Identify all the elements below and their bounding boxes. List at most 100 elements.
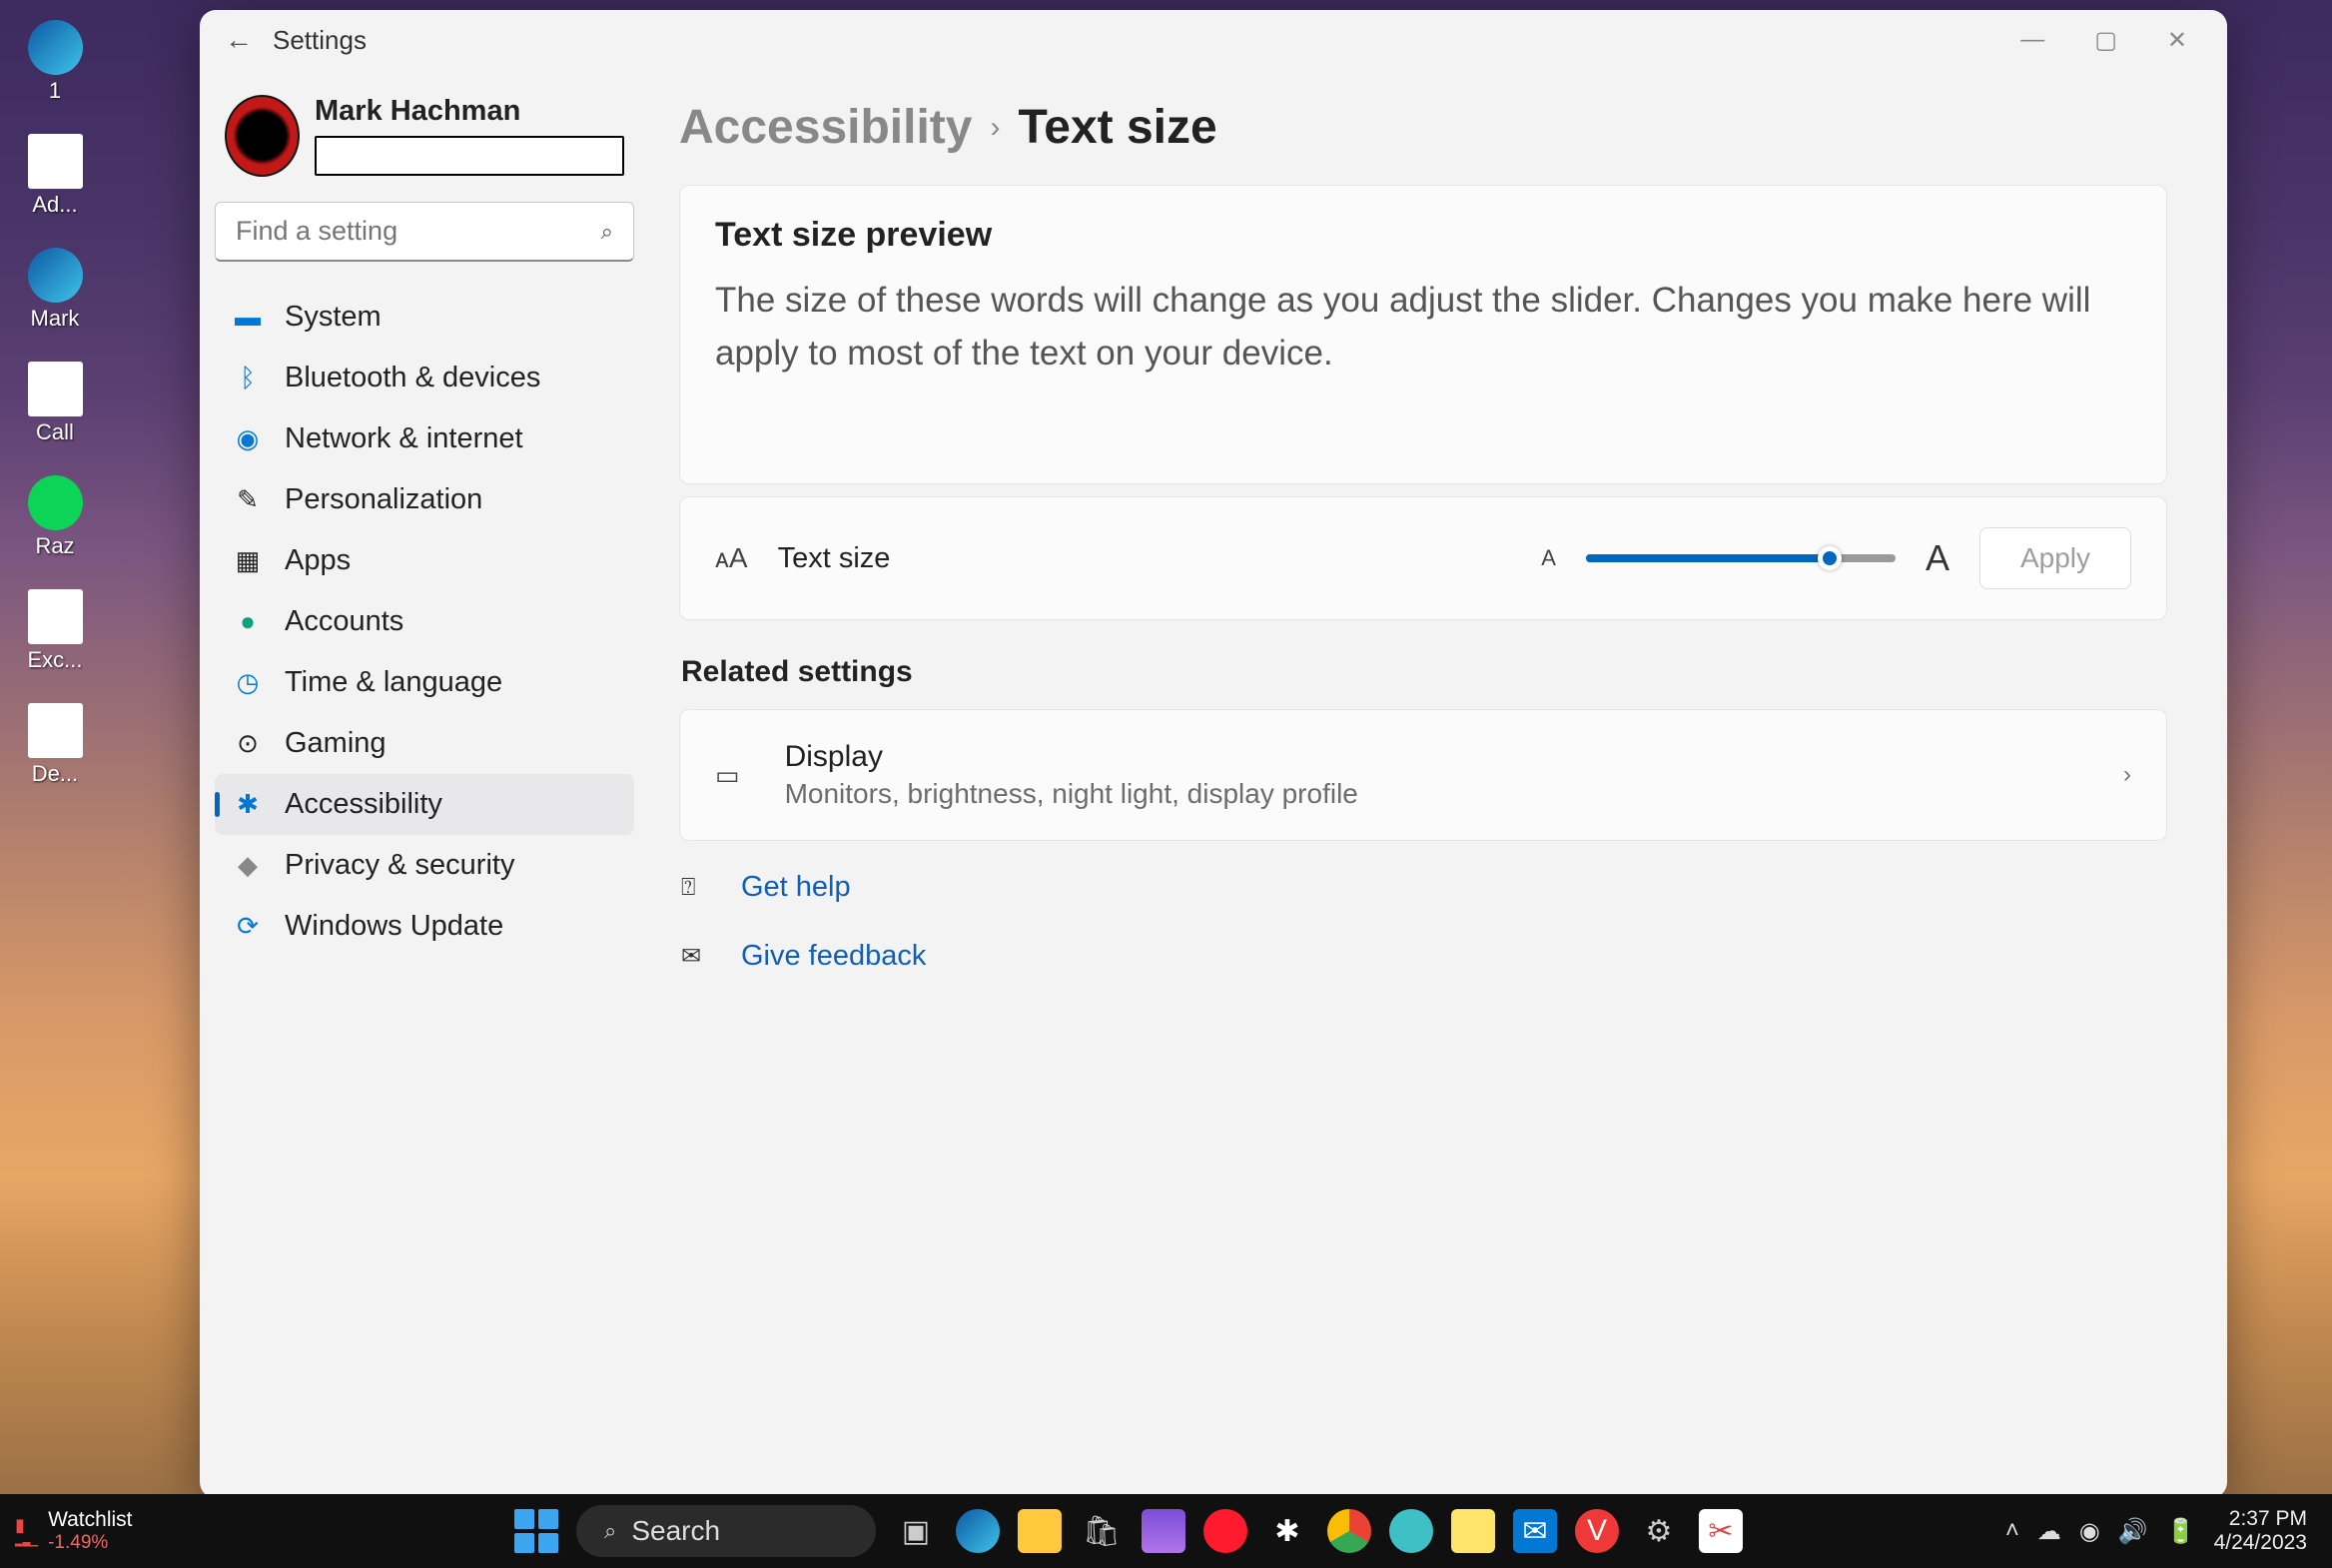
sidebar-item-privacy[interactable]: ◆ Privacy & security — [215, 835, 634, 896]
store-icon[interactable]: 🛍 — [1080, 1509, 1124, 1553]
chevron-right-icon: › — [990, 111, 1000, 145]
app-icon — [28, 475, 83, 530]
tray-overflow-icon[interactable]: ˄ — [2005, 1517, 2019, 1545]
close-button[interactable]: ✕ — [2167, 26, 2187, 55]
vivaldi-icon[interactable]: V — [1575, 1509, 1619, 1553]
onedrive-icon[interactable]: ☁ — [2037, 1517, 2061, 1546]
nav-label: Bluetooth & devices — [285, 362, 540, 394]
sidebar-item-apps[interactable]: ▦Apps — [215, 530, 634, 591]
small-a-icon: A — [1541, 545, 1556, 571]
slider-thumb[interactable] — [1818, 546, 1842, 570]
file-icon — [28, 703, 83, 758]
display-link-card[interactable]: ▭ Display Monitors, brightness, night li… — [679, 709, 2167, 841]
window-title: Settings — [273, 25, 367, 56]
get-help-row[interactable]: ⍰ Get help — [679, 853, 2167, 922]
edge-icon — [28, 20, 83, 75]
watchlist-widget[interactable]: ▮ ▂▃▁ Watchlist -1.49% — [15, 1508, 514, 1554]
nav-label: Time & language — [285, 666, 502, 699]
back-button[interactable]: ← — [225, 24, 253, 56]
sidebar-item-personalization[interactable]: ✎Personalization — [215, 469, 634, 530]
sidebar-item-time[interactable]: ◷Time & language — [215, 652, 634, 713]
clock-time: 2:37 PM — [2229, 1507, 2307, 1531]
preview-body: The size of these words will change as y… — [715, 275, 2131, 380]
desktop-icon[interactable]: Raz — [5, 475, 105, 559]
clock-date: 4/24/2023 — [2214, 1531, 2307, 1555]
slider-fill — [1586, 554, 1828, 562]
avatar — [225, 95, 300, 177]
desktop-icon[interactable]: 1 — [5, 20, 105, 104]
search-input[interactable] — [236, 216, 601, 247]
wifi-icon: ◉ — [233, 423, 263, 454]
person-icon: ● — [233, 606, 263, 637]
mail-icon[interactable]: ✉ — [1513, 1509, 1557, 1553]
volume-icon[interactable]: 🔊 — [2118, 1517, 2148, 1546]
nav-label: Gaming — [285, 727, 387, 760]
sidebar: Mark Hachman ⌕ ▬System ᛒ Bluetooth & devi… — [200, 70, 649, 1498]
bluetooth-icon: ᛒ — [233, 363, 263, 393]
textsize-icon: ᴀA — [715, 542, 748, 574]
user-block[interactable]: Mark Hachman — [215, 90, 634, 202]
feedback-row[interactable]: ✉ Give feedback — [679, 922, 2167, 991]
taskbar-search[interactable]: ⌕ Search — [576, 1505, 876, 1557]
taskbar: ▮ ▂▃▁ Watchlist -1.49% ⌕ Search ▣ 🛍 ✱ ✉ … — [0, 1494, 2332, 1568]
sidebar-item-network[interactable]: ◉Network & internet — [215, 408, 634, 469]
sidebar-item-gaming[interactable]: ⊙ Gaming — [215, 713, 634, 774]
search-box[interactable]: ⌕ — [215, 202, 634, 262]
explorer-icon[interactable] — [1018, 1509, 1062, 1553]
feedback-icon: ✉ — [681, 942, 711, 971]
preview-heading: Text size preview — [715, 216, 2131, 255]
preview-card: Text size preview The size of these word… — [679, 185, 2167, 484]
sidebar-item-bluetooth[interactable]: ᛒ Bluetooth & devices — [215, 348, 634, 408]
settings-icon[interactable]: ⚙ — [1637, 1509, 1681, 1553]
search-icon: ⌕ — [604, 1518, 616, 1544]
minimize-button[interactable]: — — [2020, 26, 2044, 55]
gamepad-icon: ⊙ — [233, 728, 263, 759]
search-icon: ⌕ — [601, 219, 613, 245]
desktop-icon[interactable]: Call — [5, 362, 105, 445]
desktop-icon[interactable]: Ad... — [5, 134, 105, 218]
shield-icon: ◆ — [233, 850, 263, 881]
user-email-redacted — [315, 136, 624, 176]
edge-icon[interactable] — [956, 1509, 1000, 1553]
wifi-icon[interactable]: ◉ — [2079, 1517, 2100, 1546]
display-icon: ▭ — [715, 760, 740, 791]
snip-icon[interactable]: ✂ — [1699, 1509, 1743, 1553]
slack-icon[interactable]: ✱ — [1265, 1509, 1309, 1553]
notes-icon[interactable] — [1451, 1509, 1495, 1553]
feedback-link[interactable]: Give feedback — [741, 940, 926, 973]
get-help-link[interactable]: Get help — [741, 871, 851, 904]
display-sub: Monitors, brightness, night light, displ… — [785, 778, 1358, 810]
opera-icon[interactable] — [1203, 1509, 1247, 1553]
start-button[interactable] — [514, 1509, 558, 1553]
sidebar-item-accessibility[interactable]: ✱Accessibility — [215, 774, 634, 835]
related-heading: Related settings — [681, 655, 2167, 689]
desktop-icons: 1 Ad... Mark Call Raz Exc... De... — [5, 20, 105, 787]
file-icon — [28, 134, 83, 189]
nav-label: Windows Update — [285, 910, 503, 943]
nav: ▬System ᛒ Bluetooth & devices ◉Network & … — [215, 287, 634, 957]
sidebar-item-accounts[interactable]: ●Accounts — [215, 591, 634, 652]
app-icon[interactable] — [1142, 1509, 1185, 1553]
system-icon: ▬ — [233, 302, 263, 333]
taskview-icon[interactable]: ▣ — [894, 1509, 938, 1553]
chrome-icon[interactable] — [1327, 1509, 1371, 1553]
sidebar-item-system[interactable]: ▬System — [215, 287, 634, 348]
battery-icon[interactable]: 🔋 — [2166, 1517, 2196, 1546]
textsize-label: Text size — [778, 542, 891, 575]
update-icon: ⟳ — [233, 911, 263, 942]
sidebar-item-update[interactable]: ⟳ Windows Update — [215, 896, 634, 957]
accessibility-icon: ✱ — [233, 789, 263, 820]
textsize-slider[interactable] — [1586, 554, 1896, 562]
maximize-button[interactable]: ▢ — [2094, 26, 2117, 55]
apply-button[interactable]: Apply — [1979, 527, 2131, 589]
nav-label: Privacy & security — [285, 849, 514, 882]
clock[interactable]: 2:37 PM 4/24/2023 — [2214, 1507, 2317, 1555]
textsize-card: ᴀA Text size A A Apply — [679, 496, 2167, 620]
desktop-icon[interactable]: De... — [5, 703, 105, 787]
desktop-icon[interactable]: Mark — [5, 248, 105, 332]
breadcrumb-current: Text size — [1018, 100, 1216, 155]
breadcrumb-parent[interactable]: Accessibility — [679, 100, 972, 155]
desktop-icon[interactable]: Exc... — [5, 589, 105, 673]
nav-label: Personalization — [285, 483, 482, 516]
app-icon[interactable] — [1389, 1509, 1433, 1553]
